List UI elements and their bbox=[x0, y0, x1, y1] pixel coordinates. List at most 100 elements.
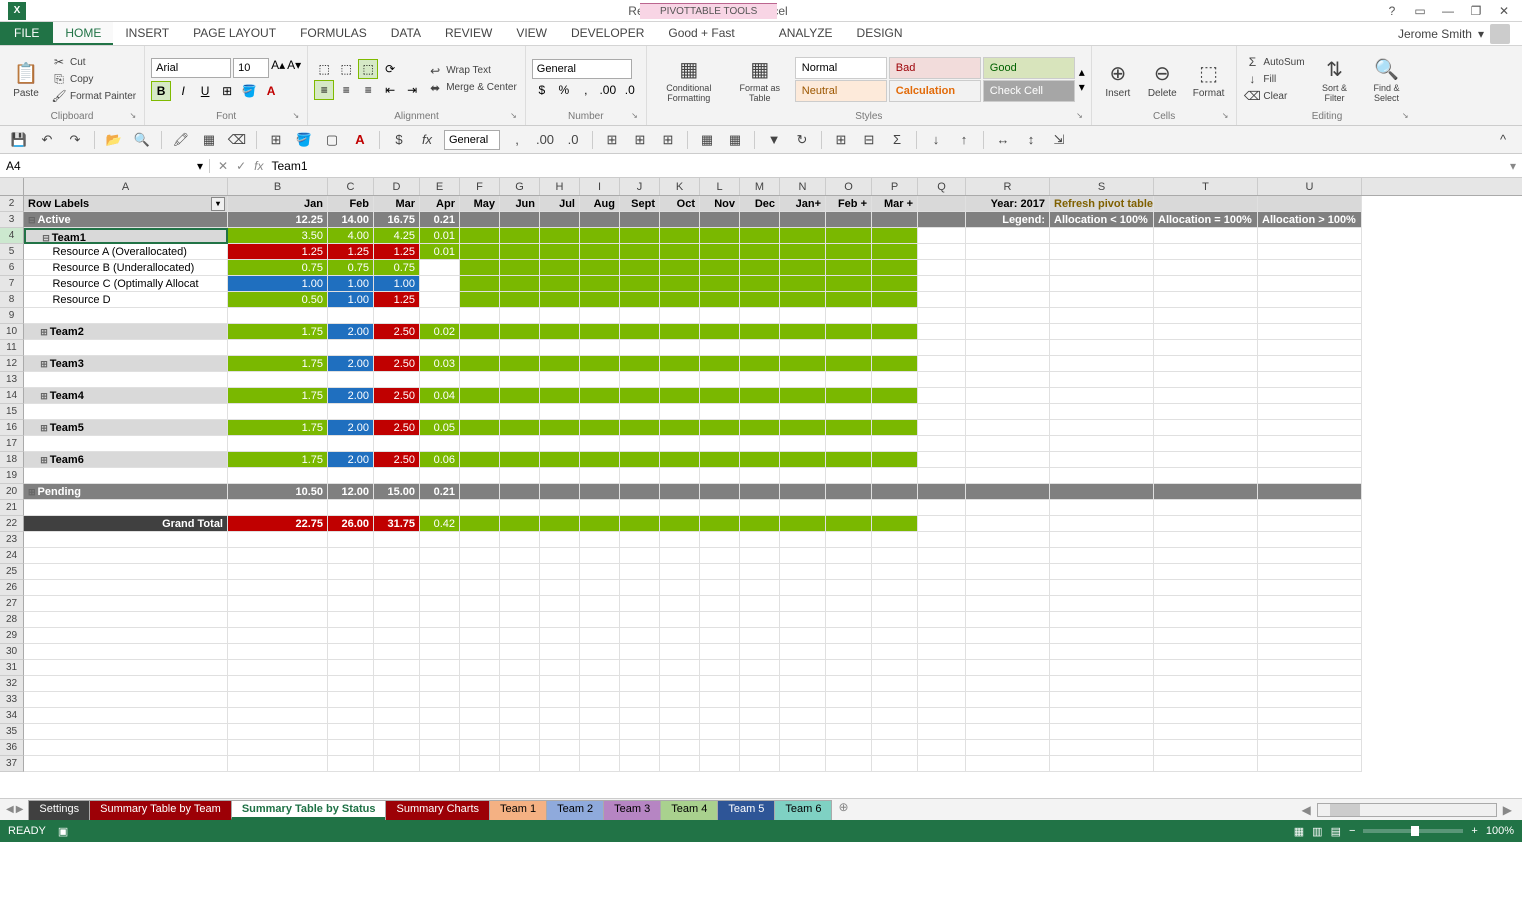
cell[interactable] bbox=[740, 292, 780, 308]
cell[interactable] bbox=[1154, 388, 1258, 404]
cell[interactable] bbox=[826, 292, 872, 308]
cell[interactable] bbox=[24, 724, 228, 740]
cell[interactable] bbox=[1154, 372, 1258, 388]
cell[interactable] bbox=[580, 436, 620, 452]
cell[interactable] bbox=[1050, 372, 1154, 388]
cell[interactable] bbox=[918, 612, 966, 628]
cell[interactable] bbox=[740, 308, 780, 324]
cell[interactable] bbox=[780, 644, 826, 660]
cell[interactable] bbox=[700, 740, 740, 756]
cell[interactable] bbox=[780, 276, 826, 292]
wrap-text-button[interactable]: ↩Wrap Text bbox=[426, 63, 519, 79]
col-header[interactable]: L bbox=[700, 178, 740, 195]
cell[interactable] bbox=[1154, 532, 1258, 548]
fx-icon[interactable]: fx bbox=[254, 159, 263, 173]
cell[interactable] bbox=[580, 228, 620, 244]
pivot-row-label[interactable]: ⊞Team2 bbox=[24, 324, 228, 340]
row-header[interactable]: 11 bbox=[0, 340, 24, 356]
cell[interactable] bbox=[700, 548, 740, 564]
active-group[interactable]: ⊟Active bbox=[24, 212, 228, 228]
cell[interactable] bbox=[872, 372, 918, 388]
cell[interactable] bbox=[228, 724, 328, 740]
cell[interactable] bbox=[740, 404, 780, 420]
cell[interactable] bbox=[918, 548, 966, 564]
grand-total-label[interactable]: Grand Total bbox=[24, 516, 228, 532]
cell[interactable] bbox=[228, 500, 328, 516]
row-header[interactable]: 33 bbox=[0, 692, 24, 708]
cell[interactable] bbox=[580, 564, 620, 580]
cell[interactable] bbox=[580, 660, 620, 676]
cell[interactable] bbox=[420, 724, 460, 740]
chevron-down-icon[interactable]: ▾ bbox=[197, 159, 203, 173]
ribbon-options-icon[interactable]: ▭ bbox=[1410, 4, 1430, 18]
cell[interactable] bbox=[700, 404, 740, 420]
cell[interactable] bbox=[374, 676, 420, 692]
cell[interactable] bbox=[740, 740, 780, 756]
cell[interactable] bbox=[228, 740, 328, 756]
cell[interactable] bbox=[740, 660, 780, 676]
cell[interactable] bbox=[826, 708, 872, 724]
scroll-left-icon[interactable]: ◀ bbox=[1302, 803, 1311, 817]
cell[interactable] bbox=[420, 580, 460, 596]
cell[interactable] bbox=[228, 580, 328, 596]
cell[interactable] bbox=[540, 484, 580, 500]
cell[interactable] bbox=[918, 628, 966, 644]
align-bottom-button[interactable]: ⬚ bbox=[358, 59, 378, 79]
cell[interactable] bbox=[660, 644, 700, 660]
cell[interactable] bbox=[740, 356, 780, 372]
cell[interactable] bbox=[1258, 564, 1362, 580]
cell[interactable] bbox=[700, 372, 740, 388]
cell[interactable] bbox=[872, 212, 918, 228]
grand-total-value[interactable]: 22.75 bbox=[228, 516, 328, 532]
cell[interactable] bbox=[740, 260, 780, 276]
cell[interactable] bbox=[460, 212, 500, 228]
cell[interactable] bbox=[780, 292, 826, 308]
row-header[interactable]: 7 bbox=[0, 276, 24, 292]
cell[interactable] bbox=[740, 500, 780, 516]
cell[interactable] bbox=[1258, 196, 1362, 212]
cell[interactable] bbox=[966, 628, 1050, 644]
cell[interactable] bbox=[540, 404, 580, 420]
cell[interactable] bbox=[826, 548, 872, 564]
copy-button[interactable]: ⎘Copy bbox=[50, 71, 138, 87]
cell[interactable] bbox=[540, 356, 580, 372]
cell[interactable] bbox=[780, 740, 826, 756]
month-header[interactable]: Jan bbox=[228, 196, 328, 212]
cell[interactable] bbox=[1258, 660, 1362, 676]
macro-record-icon[interactable]: ▣ bbox=[58, 825, 68, 838]
pivot-value[interactable]: 0.02 bbox=[420, 324, 460, 340]
cell[interactable] bbox=[918, 324, 966, 340]
cell[interactable] bbox=[620, 452, 660, 468]
cell[interactable] bbox=[660, 340, 700, 356]
col-header[interactable]: M bbox=[740, 178, 780, 195]
cell[interactable] bbox=[500, 516, 540, 532]
cell[interactable] bbox=[918, 308, 966, 324]
cell[interactable] bbox=[374, 548, 420, 564]
cell[interactable] bbox=[918, 708, 966, 724]
cell[interactable] bbox=[1050, 292, 1154, 308]
cell[interactable] bbox=[700, 468, 740, 484]
cancel-formula-icon[interactable]: ✕ bbox=[218, 159, 228, 173]
cell[interactable] bbox=[660, 484, 700, 500]
cell[interactable] bbox=[620, 324, 660, 340]
autosum-button[interactable]: ΣAutoSum bbox=[1243, 54, 1306, 70]
cell[interactable] bbox=[328, 372, 374, 388]
cell[interactable] bbox=[780, 692, 826, 708]
row-header[interactable]: 36 bbox=[0, 740, 24, 756]
cell[interactable] bbox=[918, 756, 966, 772]
cell[interactable] bbox=[1258, 468, 1362, 484]
cell[interactable] bbox=[872, 468, 918, 484]
cell[interactable] bbox=[826, 596, 872, 612]
cell[interactable] bbox=[328, 564, 374, 580]
cell[interactable] bbox=[1050, 244, 1154, 260]
cell[interactable] bbox=[660, 580, 700, 596]
cell[interactable] bbox=[24, 628, 228, 644]
cell[interactable] bbox=[620, 596, 660, 612]
cell[interactable] bbox=[24, 580, 228, 596]
col-header[interactable]: E bbox=[420, 178, 460, 195]
add-sheet-button[interactable]: ⊕ bbox=[832, 800, 854, 820]
cell[interactable] bbox=[374, 532, 420, 548]
cell[interactable] bbox=[966, 692, 1050, 708]
cell[interactable] bbox=[826, 468, 872, 484]
cell[interactable] bbox=[228, 532, 328, 548]
